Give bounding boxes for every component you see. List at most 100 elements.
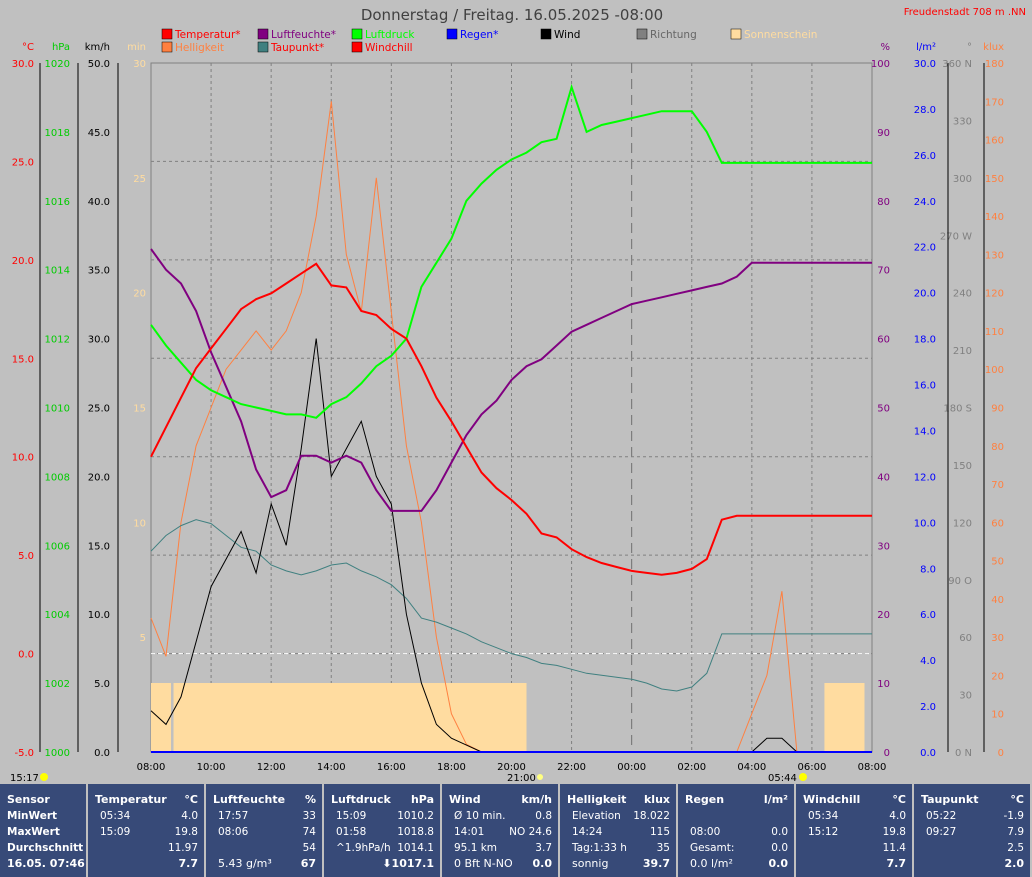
sun_min-unit-label: min bbox=[127, 42, 146, 53]
temp-tick-label: 25.0 bbox=[12, 157, 34, 168]
table-col-4: Wind km/h Ø 10 min. 0.8 14:01 NO 24.6 95.1 km 3… bbox=[442, 784, 560, 877]
cell-value: 19.8 bbox=[882, 826, 906, 838]
lux-tick-label: 0 bbox=[998, 748, 1004, 759]
rain-tick-label: 6.0 bbox=[920, 610, 936, 621]
cell-label: Ø 10 min. bbox=[454, 810, 506, 822]
time-tick-label: 10:00 bbox=[197, 762, 226, 773]
legend-label: Sonnenschein bbox=[744, 29, 817, 41]
cell-value: 3.7 bbox=[535, 842, 552, 854]
sunrise-left-label: 15:17 bbox=[10, 773, 39, 784]
lux-tick-label: 50 bbox=[991, 557, 1004, 568]
wind-tick-label: 20.0 bbox=[88, 472, 110, 483]
lux-unit-label: klux bbox=[983, 42, 1004, 53]
cell-label: MinWert bbox=[7, 810, 58, 822]
humidity-tick-label: 0 bbox=[884, 748, 890, 759]
direction-tick-label: 120 bbox=[953, 518, 972, 529]
col-title: Luftdruck bbox=[331, 793, 391, 806]
footer-label: sonnig bbox=[572, 857, 609, 870]
legend-swatch bbox=[161, 28, 173, 40]
direction-tick-label: 360 N bbox=[942, 59, 972, 70]
cell-label: 05:34 bbox=[808, 810, 839, 822]
direction-tick-label: 330 bbox=[953, 116, 972, 127]
sunrise-label: 05:44 bbox=[768, 773, 797, 784]
cell-label: 14:24 bbox=[572, 826, 603, 838]
direction-tick-label: 270 W bbox=[940, 231, 972, 242]
time-tick-label: 22:00 bbox=[557, 762, 586, 773]
moon-icon bbox=[537, 774, 543, 780]
legend-swatch bbox=[446, 28, 458, 40]
weather-chart: 08:00 10:00 12:00 14:00 16:00 18:00 20:00 22:00… bbox=[10, 6, 1026, 784]
cell-value: 35 bbox=[656, 842, 670, 854]
direction-unit-label: ° bbox=[967, 42, 972, 53]
cell-value: 54 bbox=[302, 842, 316, 854]
col-title: Luftfeuchte bbox=[213, 793, 286, 806]
footer-value: ⬇1017.1 bbox=[382, 857, 434, 870]
cell-label: 14:01 bbox=[454, 826, 485, 838]
temp-tick-label: 20.0 bbox=[12, 256, 34, 267]
time-tick-label: 02:00 bbox=[677, 762, 706, 773]
cell-value: 115 bbox=[649, 826, 670, 838]
rain-tick-label: 2.0 bbox=[920, 702, 936, 713]
col-title: Regen bbox=[685, 793, 725, 806]
lux-tick-label: 130 bbox=[985, 250, 1004, 261]
wind-tick-label: 45.0 bbox=[88, 128, 110, 139]
cell-label: Durchschnitt bbox=[7, 842, 84, 854]
pressure-tick-label: 1018 bbox=[45, 128, 70, 139]
rain-tick-label: 24.0 bbox=[914, 197, 936, 208]
cell-label: Gesamt: bbox=[690, 842, 735, 854]
cell-value: 1018.8 bbox=[397, 826, 434, 838]
legend-label: Wind bbox=[554, 29, 580, 41]
temp-tick-label: 30.0 bbox=[12, 59, 34, 70]
table-col-6: Regen l/m² 08:00 0.0 Gesamt: 0.0 0.0 l/m² 0.0 bbox=[678, 784, 796, 877]
pressure-tick-label: 1012 bbox=[45, 335, 70, 346]
footer-value: 7.7 bbox=[886, 857, 907, 870]
cell-label: 05:22 bbox=[926, 810, 957, 822]
humidity-tick-label: 60 bbox=[877, 335, 890, 346]
footer-label: 5.43 g/m³ bbox=[218, 857, 272, 870]
direction-tick-label: 150 bbox=[953, 461, 972, 472]
legend-swatch bbox=[351, 41, 363, 53]
humidity-tick-label: 10 bbox=[877, 679, 890, 690]
cell-value: 18.022 bbox=[633, 810, 670, 822]
pressure-tick-label: 1004 bbox=[45, 610, 70, 621]
cell-value: 0.8 bbox=[535, 810, 552, 822]
rain-tick-label: 8.0 bbox=[920, 564, 936, 575]
sun_min-tick-label: 30 bbox=[133, 59, 146, 70]
lux-tick-label: 30 bbox=[991, 633, 1004, 644]
pressure-tick-label: 1000 bbox=[45, 748, 70, 759]
cell-label: 08:00 bbox=[690, 826, 721, 838]
legend-label: Windchill bbox=[365, 42, 413, 54]
lux-tick-label: 180 bbox=[985, 59, 1004, 70]
lux-tick-label: 40 bbox=[991, 595, 1004, 606]
lux-tick-label: 80 bbox=[991, 442, 1004, 453]
lux-tick-label: 60 bbox=[991, 518, 1004, 529]
cell-label: Tag:1:33 h bbox=[572, 842, 627, 854]
cell-value: 11.97 bbox=[167, 842, 198, 854]
cell-label: ^1.9hPa/h bbox=[336, 842, 391, 854]
temp-tick-label: -5.0 bbox=[14, 748, 34, 759]
rain-tick-label: 4.0 bbox=[920, 656, 936, 667]
chart-title: Donnerstag / Freitag. 16.05.2025 -08:00 bbox=[361, 6, 663, 24]
sun_min-tick-label: 5 bbox=[140, 633, 146, 644]
rain-tick-label: 14.0 bbox=[914, 426, 936, 437]
cell-label: Elevation bbox=[572, 810, 621, 822]
temp-tick-label: 15.0 bbox=[12, 354, 34, 365]
lux-tick-label: 20 bbox=[991, 671, 1004, 682]
cell-value: 1014.1 bbox=[397, 842, 434, 854]
table-col-1: Temperatur °C 05:34 4.0 15:09 19.8 11.97 7.7 bbox=[88, 784, 206, 877]
cell-value: 4.0 bbox=[889, 810, 906, 822]
lux-tick-label: 150 bbox=[985, 174, 1004, 185]
humidity-tick-label: 90 bbox=[877, 128, 890, 139]
sunshine-bar bbox=[173, 683, 527, 752]
wind-tick-label: 50.0 bbox=[88, 59, 110, 70]
time-tick-label: 04:00 bbox=[737, 762, 766, 773]
legend-swatch bbox=[257, 28, 269, 40]
pressure-tick-label: 1008 bbox=[45, 472, 70, 483]
cell-label: 17:57 bbox=[218, 810, 249, 822]
direction-tick-label: 210 bbox=[953, 346, 972, 357]
rain-tick-label: 28.0 bbox=[914, 105, 936, 116]
footer-label: 0 Bft N-NO bbox=[454, 857, 513, 870]
cell-value: -1.9 bbox=[1003, 810, 1025, 822]
rain-tick-label: 10.0 bbox=[914, 518, 936, 529]
pressure-tick-label: 1020 bbox=[45, 59, 70, 70]
